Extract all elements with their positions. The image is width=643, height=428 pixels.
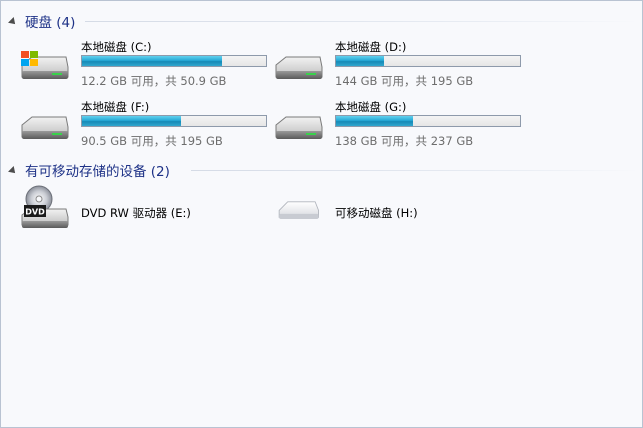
group-header-hard-disks[interactable]: 硬盘 (4) bbox=[8, 11, 76, 31]
drive-name: 本地磁盘 (G:) bbox=[335, 100, 407, 114]
usage-bar bbox=[81, 55, 267, 67]
drive-d[interactable]: 本地磁盘 (D:) 144 GB 可用，共 195 GB bbox=[272, 39, 522, 95]
group-divider bbox=[85, 21, 640, 22]
drive-c[interactable]: 本地磁盘 (C:) 12.2 GB 可用，共 50.9 GB bbox=[18, 39, 268, 95]
dvd-drive-icon: DVD bbox=[21, 185, 69, 228]
drive-name: 本地磁盘 (F:) bbox=[81, 100, 150, 114]
usage-bar bbox=[81, 115, 267, 127]
drive-h-removable[interactable]: 可移动磁盘 (H:) bbox=[272, 181, 522, 237]
windows-drive-icon bbox=[21, 51, 69, 79]
drive-space-info: 144 GB 可用，共 195 GB bbox=[335, 74, 474, 88]
drive-space-info: 12.2 GB 可用，共 50.9 GB bbox=[81, 74, 227, 88]
drive-name: 可移动磁盘 (H:) bbox=[335, 206, 418, 220]
drive-space-info: 138 GB 可用，共 237 GB bbox=[335, 134, 474, 148]
drive-name: 本地磁盘 (C:) bbox=[81, 40, 152, 54]
drive-f[interactable]: 本地磁盘 (F:) 90.5 GB 可用，共 195 GB bbox=[18, 99, 268, 155]
hard-drive-icon bbox=[275, 116, 323, 139]
collapse-triangle-icon[interactable] bbox=[8, 165, 18, 176]
group-title: 硬盘 (4) bbox=[25, 15, 76, 31]
usage-bar bbox=[335, 115, 521, 127]
collapse-triangle-icon[interactable] bbox=[8, 16, 18, 27]
hard-drive-icon bbox=[275, 56, 323, 79]
hard-drive-icon bbox=[21, 116, 69, 139]
group-header-removable[interactable]: 有可移动存储的设备 (2) bbox=[8, 160, 170, 180]
svg-text:DVD: DVD bbox=[25, 208, 45, 217]
group-title: 有可移动存储的设备 (2) bbox=[25, 164, 170, 180]
usage-bar bbox=[335, 55, 521, 67]
group-divider bbox=[191, 170, 640, 171]
removable-disk-icon bbox=[278, 201, 319, 219]
drive-space-info: 90.5 GB 可用，共 195 GB bbox=[81, 134, 223, 148]
drive-e-dvd[interactable]: DVD DVD RW 驱动器 (E:) bbox=[18, 181, 268, 237]
drive-name: DVD RW 驱动器 (E:) bbox=[81, 206, 191, 220]
drive-name: 本地磁盘 (D:) bbox=[335, 40, 407, 54]
drive-g[interactable]: 本地磁盘 (G:) 138 GB 可用，共 237 GB bbox=[272, 99, 522, 155]
